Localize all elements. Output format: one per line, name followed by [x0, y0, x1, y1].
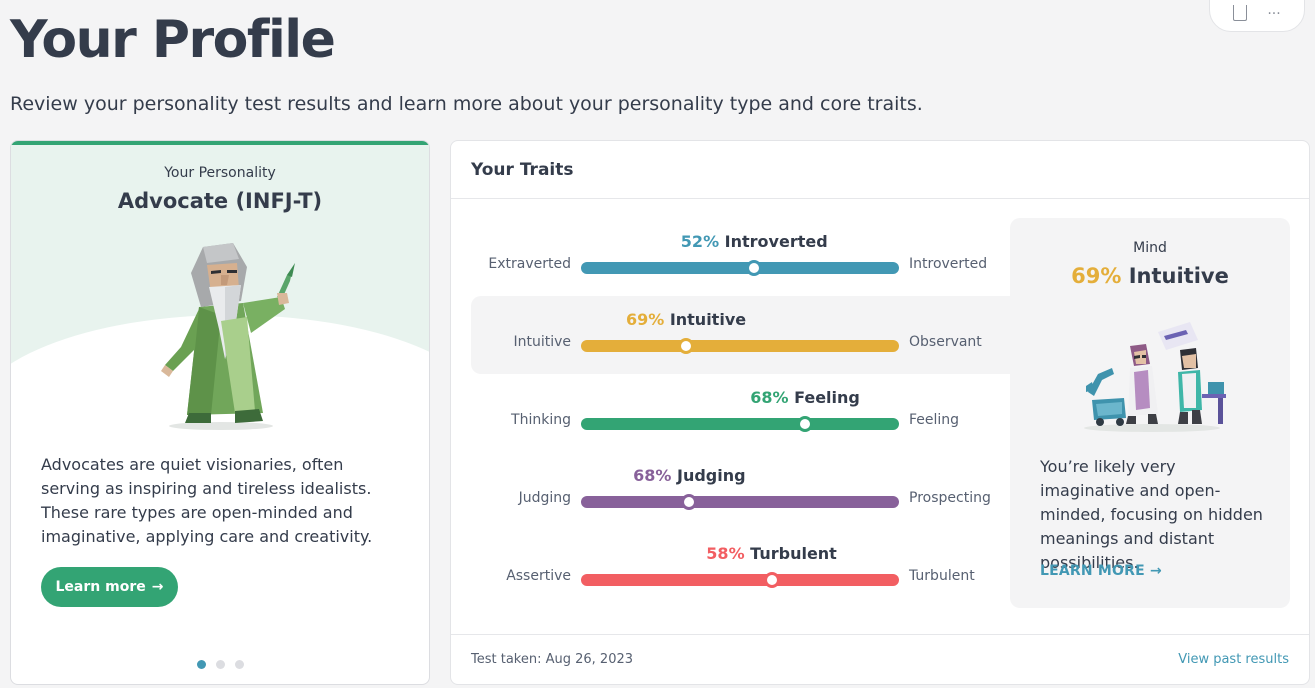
trait-left-label: Extraverted — [488, 256, 571, 272]
trait-bar — [581, 494, 899, 510]
carousel-dot-3[interactable] — [234, 660, 244, 669]
carousel-dot-1[interactable] — [196, 660, 206, 669]
personality-hero: Your Personality Advocate (INFJ-T) — [11, 145, 429, 435]
trait-name: Feeling — [794, 388, 860, 407]
trait-detail-percent: 69% — [1071, 264, 1122, 288]
trait-detail-value: 69% Intuitive — [1010, 264, 1290, 288]
trait-right-label: Observant — [909, 334, 982, 350]
trait-slider-knob[interactable] — [763, 572, 780, 588]
trait-row[interactable]: 69% Intuitive Intuitive Observant — [471, 296, 1011, 374]
more-options-button[interactable]: ... — [1267, 2, 1280, 18]
trait-percent: 68% — [750, 388, 789, 407]
carousel-dots — [11, 660, 429, 669]
trait-right-label: Turbulent — [909, 568, 975, 584]
share-icon — [1233, 5, 1248, 21]
trait-slider-knob[interactable] — [677, 338, 694, 354]
traits-card: Your Traits 52% Introverted Extraverted In… — [450, 140, 1310, 685]
trait-result: 58% Turbulent — [706, 544, 837, 563]
trait-detail-description: You’re likely very imaginative and open-… — [1040, 457, 1263, 572]
trait-left-label: Intuitive — [513, 334, 571, 350]
trait-name: Introverted — [724, 232, 828, 251]
trait-left-label: Judging — [518, 490, 571, 506]
trait-percent: 52% — [680, 232, 720, 251]
personality-label: Your Personality — [164, 165, 276, 181]
page-title: Your Profile — [10, 10, 336, 70]
trait-result: 69% Intuitive — [626, 310, 746, 329]
test-taken-date: Test taken: Aug 26, 2023 — [471, 652, 634, 667]
trait-right-label: Prospecting — [909, 490, 991, 506]
trait-detail-label: Mind — [1133, 240, 1167, 256]
share-button[interactable] — [1233, 0, 1248, 21]
trait-bar — [581, 416, 899, 432]
page-subtitle: Review your personality test results and… — [10, 93, 923, 115]
trait-percent: 68% — [633, 466, 672, 485]
trait-detail-name: Intuitive — [1128, 264, 1229, 288]
trait-detail-panel: Mind 69% Intuitive You’re likely very im… — [1010, 218, 1290, 608]
trait-percent: 58% — [706, 544, 745, 563]
trait-slider-knob[interactable] — [746, 260, 763, 276]
trait-row[interactable]: 68% Feeling Thinking Feeling — [471, 374, 1011, 452]
page-actions: ... — [1209, 0, 1305, 32]
trait-row[interactable]: 52% Introverted Extraverted Introverted — [471, 218, 1011, 296]
trait-row[interactable]: 58% Turbulent Assertive Turbulent — [471, 530, 1011, 608]
intuitive-scientists-illustration — [1084, 322, 1226, 432]
trait-name: Intuitive — [669, 310, 747, 329]
trait-result: 52% Introverted — [681, 232, 828, 251]
trait-percent: 69% — [625, 310, 665, 329]
trait-left-label: Assertive — [506, 568, 571, 584]
arrow-right-icon: → — [151, 579, 164, 595]
traits-title: Your Traits — [451, 141, 1309, 199]
trait-bar — [581, 572, 899, 588]
trait-row[interactable]: 68% Judging Judging Prospecting — [471, 452, 1011, 530]
arrow-right-icon: → — [1149, 563, 1162, 579]
learn-more-button[interactable]: Learn more → — [41, 567, 178, 607]
trait-slider-knob[interactable] — [681, 494, 698, 510]
personality-description: Advocates are quiet visionaries, often s… — [41, 455, 373, 546]
personality-type: Advocate (INFJ-T) — [117, 189, 323, 213]
trait-result: 68% Judging — [633, 466, 745, 485]
advocate-character-illustration — [161, 243, 295, 430]
trait-bar — [581, 338, 899, 354]
trait-left-label: Thinking — [511, 412, 571, 428]
trait-name: Judging — [676, 466, 746, 485]
learn-more-label: Learn more — [55, 579, 146, 595]
trait-bar — [581, 260, 899, 276]
trait-name: Turbulent — [750, 544, 837, 563]
personality-card: Your Personality Advocate (INFJ-T) Advoc… — [10, 140, 430, 685]
trait-slider-knob[interactable] — [797, 416, 814, 432]
view-past-results-link[interactable]: View past results — [1178, 652, 1289, 667]
traits-footer: Test taken: Aug 26, 2023 View past resul… — [451, 634, 1309, 684]
trait-right-label: Feeling — [909, 412, 960, 428]
trait-learn-more-link[interactable]: LEARN MORE → — [1040, 563, 1162, 579]
trait-result: 68% Feeling — [750, 388, 860, 407]
trait-right-label: Introverted — [909, 256, 988, 272]
carousel-dot-2[interactable] — [215, 660, 225, 669]
